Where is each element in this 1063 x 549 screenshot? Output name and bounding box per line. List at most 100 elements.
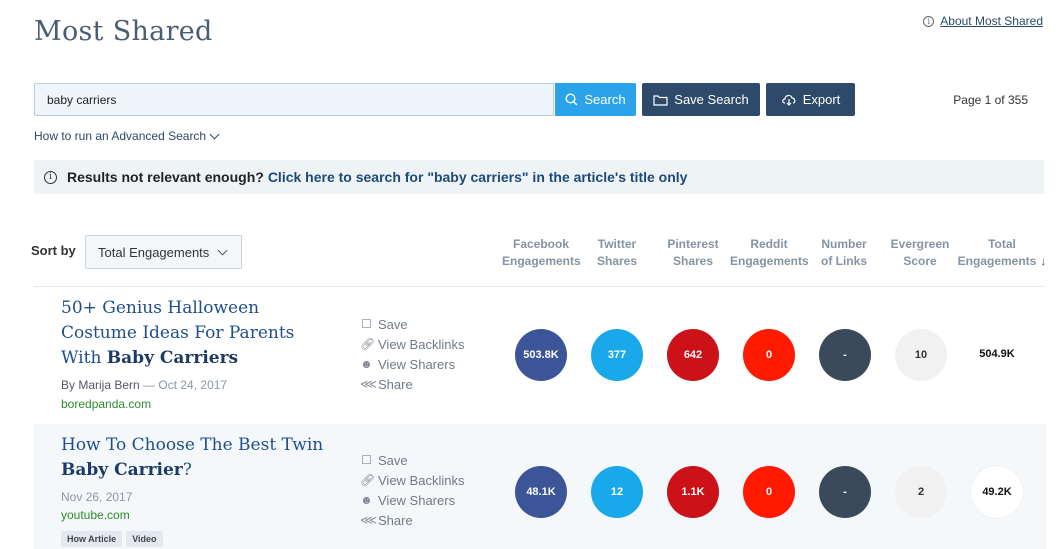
article-actions: ☐ Save 🔗︎ View Backlinks ☻ View Sharers ⋘ Sh… [360, 314, 464, 394]
view-backlinks-action[interactable]: 🔗︎ View Backlinks [360, 334, 464, 354]
advanced-search-toggle[interactable]: How to run an Advanced Search [34, 129, 220, 143]
save-action-label: Save [378, 316, 408, 332]
sort-label: Sort by [31, 243, 76, 258]
relevance-notice: i Results not relevant enough? Click her… [34, 160, 1044, 194]
title-text: ? [182, 460, 192, 480]
export-button[interactable]: Export [766, 83, 855, 116]
share-icon: ⋘ [360, 513, 378, 527]
user-icon: ☻ [360, 493, 373, 507]
cloud-download-icon [781, 94, 796, 106]
notice-question: Results not relevant enough? [67, 169, 264, 185]
title-line: Costume Ideas For Parents [61, 323, 295, 343]
view-sharers-label: View Sharers [378, 492, 456, 508]
column-reddit-engagements[interactable]: Reddit Engagements [730, 236, 809, 270]
total-engagements-value: 49.2K [971, 466, 1023, 518]
search-button[interactable]: Search [555, 83, 636, 116]
export-label: Export [802, 92, 841, 107]
save-search-button[interactable]: Save Search [642, 83, 760, 116]
user-icon: ☻ [360, 357, 373, 371]
column-label-line2: Engagements [730, 254, 809, 268]
page-title: Most Shared [34, 16, 213, 47]
result-row: 50+ Genius Halloween Costume Ideas For P… [34, 287, 1046, 423]
article-tags: How Article Video [61, 531, 163, 547]
search-button-label: Search [584, 92, 626, 107]
reddit-engagements-badge[interactable]: 0 [743, 329, 795, 381]
view-backlinks-action[interactable]: 🔗︎ View Backlinks [360, 470, 464, 490]
share-action-label: Share [378, 376, 413, 392]
about-most-shared-link[interactable]: i About Most Shared [923, 14, 1043, 28]
info-icon: i [923, 15, 935, 27]
article-domain[interactable]: youtube.com [61, 508, 130, 522]
title-keyword: Baby Carrier [61, 460, 183, 480]
chevron-down-icon [217, 245, 228, 255]
advanced-search-label: How to run an Advanced Search [34, 129, 207, 143]
evergreen-score-badge: 2 [895, 466, 947, 518]
sort-arrow-down-icon: ↓ [1040, 254, 1047, 268]
about-link-label: About Most Shared [940, 14, 1043, 28]
save-search-label: Save Search [674, 92, 749, 107]
column-evergreen-score[interactable]: Evergreen Score [886, 236, 954, 270]
view-backlinks-label: View Backlinks [378, 336, 465, 352]
share-action[interactable]: ⋘ Share [360, 374, 464, 394]
share-action-label: Share [378, 512, 413, 528]
view-sharers-action[interactable]: ☻ View Sharers [360, 490, 464, 510]
sort-dropdown[interactable]: Total Engagements [85, 235, 242, 269]
twitter-shares-badge[interactable]: 12 [591, 466, 643, 518]
search-field-wrapper [34, 83, 554, 116]
save-action[interactable]: ☐ Save [360, 450, 464, 470]
share-icon: ⋘ [360, 377, 378, 391]
column-label-line1: Number [821, 237, 867, 251]
column-label-line2: Score [903, 254, 937, 268]
column-label-line2: Engagements [502, 254, 581, 268]
result-row: How To Choose The Best Twin Baby Carrier… [34, 424, 1046, 549]
column-pinterest-shares[interactable]: Pinterest Shares [663, 236, 723, 270]
tag-how-article[interactable]: How Article [61, 531, 123, 547]
column-twitter-shares[interactable]: Twitter Shares [587, 236, 647, 270]
number-of-links-badge[interactable]: - [819, 329, 871, 381]
column-label-line1: Facebook [512, 237, 569, 251]
article-title-link[interactable]: 50+ Genius Halloween Costume Ideas For P… [61, 296, 294, 371]
column-label-line2: Shares [672, 254, 714, 268]
title-line: With Baby Carriers [61, 346, 294, 371]
title-text: With [61, 348, 107, 368]
save-action[interactable]: ☐ Save [360, 314, 464, 334]
column-label-line1: Reddit [750, 237, 788, 251]
article-domain[interactable]: boredpanda.com [61, 397, 151, 411]
article-author[interactable]: By Marija Bern [61, 378, 140, 392]
title-keyword: Baby Carriers [106, 348, 239, 368]
pinterest-shares-badge[interactable]: 1.1K [667, 466, 719, 518]
column-total-engagements[interactable]: Total Engagements ↓ [957, 236, 1047, 270]
view-sharers-action[interactable]: ☻ View Sharers [360, 354, 464, 374]
save-action-label: Save [378, 452, 408, 468]
pinterest-shares-badge[interactable]: 642 [667, 329, 719, 381]
column-number-of-links[interactable]: Number of Links [814, 236, 874, 270]
bookmark-icon: ☐ [361, 453, 372, 467]
column-label-line1: Evergreen [890, 237, 950, 251]
article-title-link[interactable]: How To Choose The Best Twin Baby Carrier… [61, 433, 323, 483]
column-label-line1: Total [988, 237, 1016, 251]
column-label-line1: Twitter [597, 237, 637, 251]
tag-video[interactable]: Video [126, 531, 163, 547]
title-line: Baby Carrier? [61, 458, 323, 483]
column-facebook-engagements[interactable]: Facebook Engagements [502, 236, 581, 270]
column-label-line1: Pinterest [667, 237, 719, 251]
article-date: Nov 26, 2017 [61, 490, 133, 504]
twitter-shares-badge[interactable]: 377 [591, 329, 643, 381]
facebook-engagements-badge[interactable]: 503.8K [515, 329, 567, 381]
facebook-engagements-badge[interactable]: 48.1K [515, 466, 567, 518]
folder-icon [653, 94, 668, 106]
chevron-down-icon [209, 129, 220, 139]
info-icon: i [44, 170, 57, 184]
number-of-links-badge[interactable]: - [819, 466, 871, 518]
article-date: — Oct 24, 2017 [139, 378, 228, 392]
total-engagements-value: 504.9K [979, 348, 1015, 360]
link-icon: 🔗︎ [360, 473, 376, 487]
view-sharers-label: View Sharers [378, 356, 456, 372]
article-meta: By Marija Bern — Oct 24, 2017 [61, 378, 227, 392]
search-icon [565, 93, 578, 106]
share-action[interactable]: ⋘ Share [360, 510, 464, 530]
title-only-search-link[interactable]: Click here to search for "baby carriers"… [268, 169, 688, 185]
reddit-engagements-badge[interactable]: 0 [743, 466, 795, 518]
search-input[interactable] [35, 84, 553, 115]
title-line: 50+ Genius Halloween [61, 298, 260, 318]
